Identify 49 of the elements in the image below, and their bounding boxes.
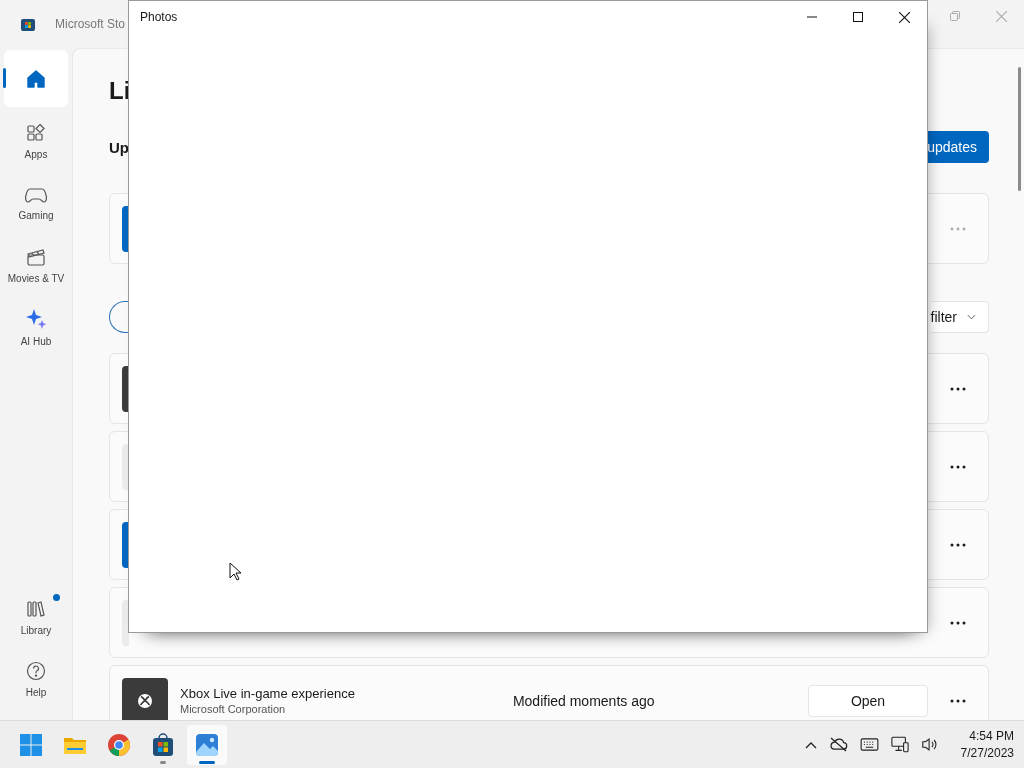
nav-item[interactable]: Help — [4, 648, 68, 710]
restore-icon — [950, 11, 960, 21]
more-icon[interactable] — [950, 542, 966, 547]
chevron-up-icon[interactable] — [804, 740, 817, 749]
books-icon — [26, 598, 46, 619]
help-icon — [26, 660, 46, 681]
close-icon — [898, 11, 910, 23]
shopping-bag-icon — [151, 732, 175, 757]
network-icon[interactable] — [890, 736, 909, 753]
cursor-icon — [229, 562, 241, 581]
scrollbar[interactable] — [1018, 67, 1021, 191]
cloud-off-icon[interactable] — [828, 737, 848, 752]
filter-button[interactable]: filter — [930, 301, 989, 333]
landscape-icon — [195, 732, 219, 757]
get-updates-button[interactable]: updates — [925, 131, 989, 163]
xbox-icon — [137, 692, 153, 709]
clapperboard-icon — [26, 246, 46, 267]
keyboard-icon[interactable] — [859, 738, 879, 751]
gamepad-icon — [25, 185, 47, 204]
window-title: Microsoft Sto — [55, 17, 126, 31]
browser-icon — [107, 732, 131, 757]
volume-icon[interactable] — [920, 737, 939, 752]
clock-date[interactable]: 7/27/2023 — [960, 744, 1014, 762]
nav-item[interactable]: Apps — [4, 110, 68, 172]
app-status: Modified moments ago — [512, 692, 655, 709]
nav-item[interactable]: Library — [4, 586, 68, 648]
more-icon[interactable] — [950, 620, 966, 625]
nav-item[interactable]: Gaming — [4, 172, 68, 234]
more-icon[interactable] — [950, 464, 966, 469]
start-icon — [19, 732, 43, 757]
maximize-icon — [853, 12, 863, 22]
more-icon[interactable] — [950, 698, 966, 703]
more-icon[interactable] — [950, 386, 966, 391]
section-heading: Up — [109, 138, 129, 156]
app-name: Xbox Live in-game experience — [180, 686, 355, 701]
clock-time[interactable]: 4:54 PM — [969, 727, 1014, 745]
window-title: Photos — [140, 10, 178, 24]
nav-item[interactable]: AI Hub — [4, 296, 68, 358]
app-publisher: Microsoft Corporation — [180, 703, 287, 715]
open-button[interactable]: Open — [808, 684, 928, 717]
home-icon — [26, 68, 46, 89]
chevron-down-icon — [967, 314, 976, 320]
sparkle-icon — [25, 307, 47, 330]
taskbar-app[interactable] — [187, 724, 227, 765]
nav-item[interactable]: Movies & TV — [4, 234, 68, 296]
close-icon — [995, 10, 1007, 22]
apps-icon — [26, 122, 46, 143]
nav-item[interactable] — [4, 50, 68, 107]
store-logo-icon — [20, 16, 36, 32]
